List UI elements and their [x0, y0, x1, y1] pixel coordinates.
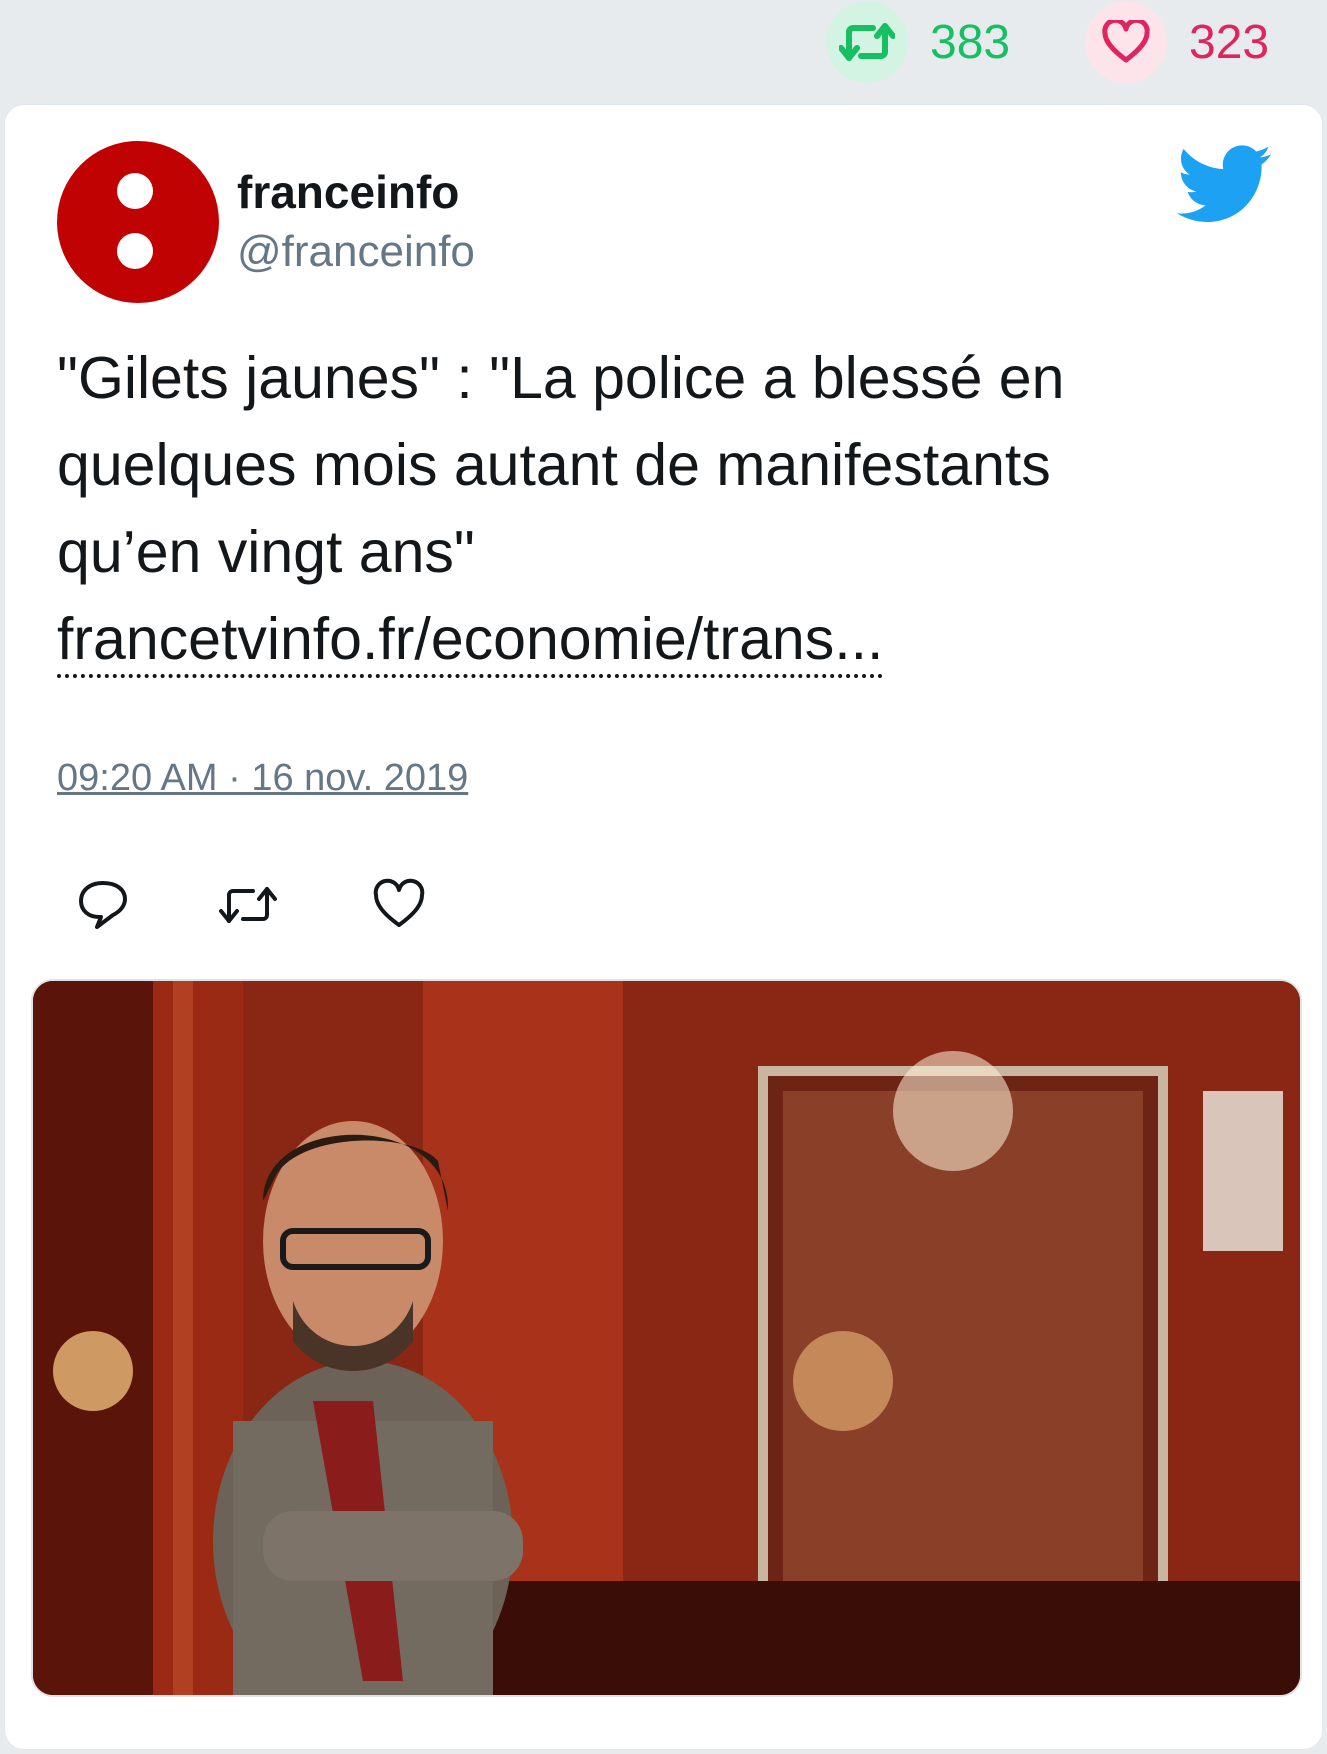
- reply-button[interactable]: [75, 877, 131, 933]
- retweet-button[interactable]: [217, 877, 277, 933]
- retweet-count: 383: [930, 15, 1011, 69]
- user-handle[interactable]: @franceinfo: [237, 227, 475, 277]
- retweet-icon: [219, 887, 277, 923]
- tweet-timestamp[interactable]: 09:20 AM · 16 nov. 2019: [57, 757, 468, 800]
- engagement-bar: 383 323: [0, 0, 1327, 96]
- avatar-dot-top: [117, 173, 153, 209]
- tweet-text-line: "Gilets jaunes" : "La police a blessé en: [57, 345, 1065, 411]
- retweet-stat[interactable]: 383: [826, 0, 1010, 84]
- tweet-text-line: qu’en vingt ans": [57, 519, 475, 585]
- avatar-dot-bottom: [117, 233, 153, 269]
- like-button[interactable]: [371, 877, 427, 933]
- tweet-link[interactable]: francetvinfo.fr/economie/trans...: [57, 604, 884, 678]
- like-stat[interactable]: 323: [1085, 0, 1269, 84]
- tweet-photo[interactable]: [31, 979, 1302, 1697]
- heart-icon: [1085, 1, 1167, 83]
- avatar[interactable]: [57, 141, 219, 303]
- display-name[interactable]: franceinfo: [237, 165, 459, 219]
- retweet-icon: [826, 1, 908, 83]
- like-count: 323: [1189, 15, 1270, 69]
- twitter-bird-icon[interactable]: [1177, 145, 1271, 225]
- tweet-text: "Gilets jaunes" : "La police a blessé en…: [57, 335, 1287, 683]
- photo-image: [33, 981, 1300, 1695]
- reply-icon: [79, 881, 127, 929]
- heart-icon: [373, 878, 425, 927]
- tweet-text-line: quelques mois autant de manifestants: [57, 432, 1051, 498]
- tweet-card: franceinfo @franceinfo "Gilets jaunes" :…: [4, 104, 1323, 1750]
